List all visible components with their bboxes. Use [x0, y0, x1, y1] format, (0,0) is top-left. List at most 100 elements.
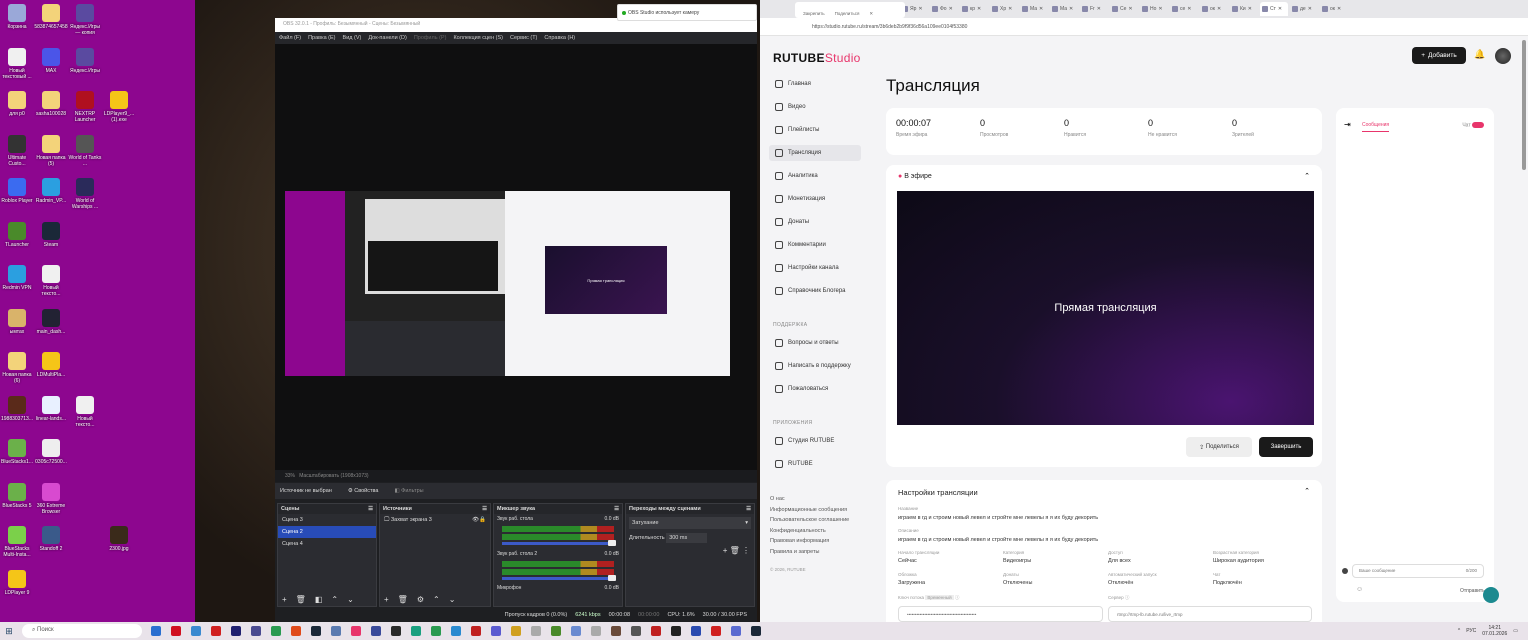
footer-link[interactable]: Правовая информация: [770, 538, 829, 544]
desktop-icon[interactable]: Новый тексто...: [68, 395, 102, 428]
pin-button[interactable]: Закрепить: [803, 11, 825, 18]
server-input[interactable]: rtmp://rtmp-lb.rutube.ru/live_rtmp: [1108, 606, 1312, 622]
desktop-icon[interactable]: TLauncher: [0, 221, 34, 248]
up-icon[interactable]: ⌃: [433, 595, 440, 604]
obs-preview[interactable]: Прямая трансляция: [275, 44, 757, 470]
sidebar-item[interactable]: Видео: [769, 99, 861, 115]
browser-tab[interactable]: Ст ✕: [1260, 2, 1288, 16]
desktop-icon[interactable]: ымтах: [0, 308, 34, 335]
menu-tools[interactable]: Сервис (T): [510, 35, 537, 41]
browser-tab[interactable]: Ма ✕: [1050, 2, 1078, 16]
desktop-icon[interactable]: Roblox Player: [0, 178, 34, 204]
taskbar-app-icon[interactable]: [751, 626, 761, 636]
trash-icon[interactable]: 🗑: [296, 595, 306, 604]
tab-close-icon[interactable]: ✕: [977, 6, 981, 12]
language-indicator[interactable]: РУС: [1466, 628, 1476, 634]
sidebar-support-item[interactable]: Вопросы и ответы: [769, 335, 861, 351]
chat-toggle[interactable]: Чат: [1462, 122, 1484, 128]
trash-icon[interactable]: 🗑: [730, 546, 740, 555]
sidebar-item[interactable]: Справочник Блогера: [769, 283, 861, 299]
desktop-icon[interactable]: 1988303713...: [0, 395, 34, 422]
taskbar-search[interactable]: ⌕ Поиск: [22, 624, 142, 638]
browser-tab[interactable]: Фо ✕: [930, 2, 958, 16]
rutube-logo[interactable]: RUTUBEStudio: [773, 51, 861, 65]
stream-key-input[interactable]: ••••••••••••••••••••••••••••••••••••••••…: [898, 606, 1103, 622]
more-icon[interactable]: ⋮: [742, 546, 750, 555]
desktop-icon[interactable]: LDPlayer9_...(1).exe: [102, 91, 136, 123]
sidebar-support-item[interactable]: Написать в поддержку: [769, 358, 861, 374]
browser-tab[interactable]: ок ✕: [1320, 2, 1348, 16]
sidebar-item[interactable]: Донаты: [769, 214, 861, 230]
taskbar-app-icon[interactable]: [671, 626, 681, 636]
trash-icon[interactable]: 🗑: [398, 595, 408, 604]
tab-close-icon[interactable]: ✕: [1097, 6, 1101, 12]
browser-tab[interactable]: Fr ✕: [1080, 2, 1108, 16]
taskbar-app-icon[interactable]: [531, 626, 541, 636]
taskbar-app-icon[interactable]: [151, 626, 161, 636]
desktop-icon[interactable]: NEXTRP Launcher: [68, 91, 102, 123]
desktop-icon[interactable]: Radmin_VP...: [34, 178, 68, 204]
desktop-icon[interactable]: 0305c72500...: [34, 439, 68, 465]
tab-close-icon[interactable]: ✕: [1278, 6, 1282, 12]
menu-edit[interactable]: Правка (E): [308, 35, 335, 41]
taskbar-app-icon[interactable]: [371, 626, 381, 636]
desktop-icon[interactable]: для р0: [0, 91, 34, 117]
volume-slider[interactable]: [502, 540, 616, 546]
scene-item[interactable]: Сцена 3: [278, 514, 376, 526]
bell-icon[interactable]: 🔔: [1474, 49, 1485, 60]
browser-tab[interactable]: Но ✕: [1140, 2, 1168, 16]
sidebar-item[interactable]: Плейлисты: [769, 122, 861, 138]
taskbar-app-icon[interactable]: [231, 626, 241, 636]
menu-help[interactable]: Справка (H): [544, 35, 575, 41]
menu-scene-collection[interactable]: Коллекция сцен (S): [453, 35, 503, 41]
desktop-icon[interactable]: 360 Extreme Browser: [34, 482, 68, 515]
sidebar-item[interactable]: Трансляция: [769, 145, 861, 161]
transition-select[interactable]: Затухание ▾: [629, 517, 751, 529]
zoom-level[interactable]: 33%: [285, 473, 295, 479]
tab-close-icon[interactable]: ✕: [918, 6, 922, 12]
dock-menu-icon[interactable]: ☰: [368, 506, 373, 512]
send-button[interactable]: Отправить: [1460, 588, 1485, 594]
footer-link[interactable]: Пользовательское соглашение: [770, 517, 849, 523]
chat-input[interactable]: Ваше сообщение 0/200: [1352, 564, 1484, 578]
down-icon[interactable]: ⌄: [347, 595, 354, 604]
tab-close-icon[interactable]: ✕: [1248, 6, 1252, 12]
add-icon[interactable]: +: [384, 595, 389, 604]
browser-tab[interactable]: Хр ✕: [990, 2, 1018, 16]
taskbar-app-icon[interactable]: [591, 626, 601, 636]
sidebar-item[interactable]: Главная: [769, 76, 861, 92]
sidebar-app-item[interactable]: Студия RUTUBE: [769, 433, 861, 449]
sidebar-item[interactable]: Монетизация: [769, 191, 861, 207]
dock-menu-icon[interactable]: ☰: [482, 506, 487, 512]
taskbar-app-icon[interactable]: [211, 626, 221, 636]
share-button[interactable]: ⇪ Поделиться: [1186, 437, 1252, 457]
tab-close-icon[interactable]: ✕: [1187, 6, 1191, 12]
tab-close-icon[interactable]: ✕: [1008, 6, 1012, 12]
desktop-icon[interactable]: sasha100028: [34, 91, 68, 117]
desktop-icon[interactable]: Яндекс.Игры: [68, 47, 102, 74]
desktop-icon[interactable]: Steam: [34, 221, 68, 248]
desktop-icon[interactable]: Новый тексто...: [34, 265, 68, 297]
zoom-mode[interactable]: Масштабировать (1908x1073): [299, 473, 368, 479]
taskbar-app-icon[interactable]: [571, 626, 581, 636]
desktop-icon[interactable]: World of Warships ...: [68, 178, 102, 210]
sidebar-item[interactable]: Настройки канала: [769, 260, 861, 276]
avatar[interactable]: [1495, 48, 1511, 64]
sidebar-item[interactable]: Комментарии: [769, 237, 861, 253]
collapse-icon[interactable]: ⌃: [1304, 172, 1310, 180]
taskbar-app-icon[interactable]: [311, 626, 321, 636]
browser-tab[interactable]: кр ✕: [960, 2, 988, 16]
tab-close-icon[interactable]: ✕: [949, 6, 953, 12]
desktop-icon[interactable]: Корзина: [0, 4, 34, 30]
taskbar-app-icon[interactable]: [491, 626, 501, 636]
browser-tab[interactable]: Се ✕: [1110, 2, 1138, 16]
desktop-icon[interactable]: Новая папка (6): [0, 352, 34, 384]
tab-close-icon[interactable]: ✕: [1128, 6, 1132, 12]
dock-menu-icon[interactable]: ☰: [614, 506, 619, 512]
menu-profile[interactable]: Профиль (P): [414, 35, 447, 41]
eye-icon[interactable]: 👁🔒: [472, 517, 486, 523]
desktop-icon[interactable]: LDMultiPla...: [34, 352, 68, 378]
desktop-icon[interactable]: MAX: [34, 47, 68, 74]
add-icon[interactable]: +: [723, 546, 728, 555]
desktop-icon[interactable]: Redmin VPN: [0, 265, 34, 291]
